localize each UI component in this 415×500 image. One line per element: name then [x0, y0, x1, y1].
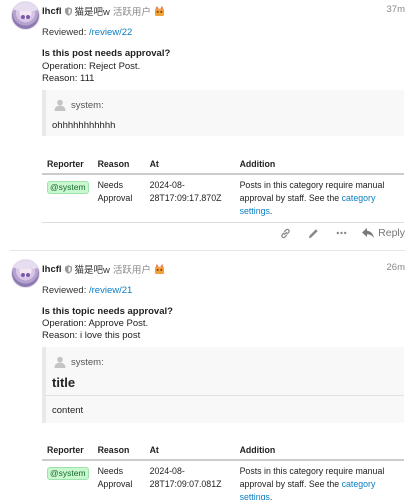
- addition-suffix: .: [269, 492, 273, 500]
- quote-header: system:: [54, 99, 104, 111]
- table-row: @system Needs Approval 2024-08- 28T17:09:0…: [42, 460, 404, 500]
- col-reporter: Reporter: [42, 442, 93, 461]
- ellipsis-icon[interactable]: [334, 226, 348, 240]
- reason: Reason: i love this post: [42, 330, 141, 341]
- table-row: @system Needs Approval 2024-08- 28T17:09:1…: [42, 174, 404, 223]
- link-icon[interactable]: [278, 226, 292, 240]
- user-title: 活跃用户: [112, 7, 151, 18]
- quote-block: system: ohhhhhhhhhhh: [42, 90, 404, 136]
- addition-line1: Posts in this category require manual: [239, 466, 385, 476]
- user-icon: [54, 99, 66, 111]
- post-meta: lhcfl 猫是吧w 活跃用户: [42, 4, 165, 18]
- report-table: Reporter Reason At Addition @system Need…: [42, 442, 404, 500]
- review-link[interactable]: /review/22: [89, 27, 132, 38]
- reviewed-label: Reviewed:: [42, 285, 87, 296]
- post-meta: lhcfl 猫是吧w 活跃用户: [42, 262, 165, 276]
- col-addition: Addition: [234, 156, 404, 175]
- operation: Operation: Reject Post.: [42, 61, 141, 72]
- reply-button[interactable]: Reply: [362, 227, 405, 239]
- post-separator: [10, 250, 405, 251]
- reason-cell-line2: Approval: [97, 479, 133, 489]
- at-cell-line2: 28T17:09:17.870Z: [149, 193, 222, 203]
- quote-header: system:: [54, 356, 104, 368]
- quote-block: system: title content: [42, 347, 404, 423]
- addition-line2: approval by staff. See the: [239, 193, 340, 203]
- question: Is this post needs approval?: [42, 48, 171, 59]
- post-age[interactable]: 37m: [387, 4, 405, 15]
- reason: Reason: 111: [42, 73, 95, 84]
- col-at: At: [144, 442, 235, 461]
- reporter-badge[interactable]: @system: [47, 181, 89, 194]
- reason-cell-line2: Approval: [97, 193, 133, 203]
- post-actions: Reply: [278, 226, 405, 240]
- quote-author: system:: [71, 356, 104, 368]
- addition-line1: Posts in this category require manual: [239, 180, 385, 190]
- reply-label: Reply: [378, 227, 405, 239]
- question: Is this topic needs approval?: [42, 306, 173, 317]
- col-reason: Reason: [92, 156, 145, 175]
- flair-icon: [154, 264, 164, 274]
- post-age[interactable]: 26m: [387, 262, 405, 273]
- col-at: At: [144, 156, 235, 175]
- addition-suffix: .: [269, 206, 273, 216]
- col-reporter: Reporter: [42, 156, 93, 175]
- operation: Operation: Approve Post.: [42, 318, 149, 329]
- reason-cell-line1: Needs: [97, 466, 123, 476]
- shield-icon: [64, 6, 72, 16]
- username[interactable]: lhcfl: [42, 6, 62, 17]
- pencil-icon[interactable]: [306, 226, 320, 240]
- addition-line2: approval by staff. See the: [239, 479, 340, 489]
- col-reason: Reason: [92, 442, 145, 461]
- flair-icon: [154, 6, 164, 16]
- shield-icon: [64, 264, 72, 274]
- avatar[interactable]: [11, 1, 40, 30]
- quote-text: content: [52, 405, 84, 416]
- avatar[interactable]: [11, 259, 40, 288]
- review-link[interactable]: /review/21: [89, 285, 132, 296]
- report-table: Reporter Reason At Addition @system Need…: [42, 156, 404, 223]
- quote-author: system:: [71, 99, 104, 111]
- col-addition: Addition: [234, 442, 404, 461]
- reviewed-line: Reviewed: /review/21: [42, 285, 132, 296]
- reply-icon: [362, 228, 375, 238]
- reviewed-label: Reviewed:: [42, 27, 87, 38]
- full-name[interactable]: 猫是吧w: [75, 4, 110, 18]
- at-cell-line1: 2024-08-: [149, 466, 185, 476]
- reason-cell-line1: Needs: [97, 180, 123, 190]
- quote-title: title: [52, 375, 76, 390]
- quote-text: ohhhhhhhhhhh: [52, 120, 116, 131]
- user-icon: [54, 356, 66, 368]
- reporter-badge[interactable]: @system: [47, 467, 89, 480]
- reviewed-line: Reviewed: /review/22: [42, 27, 132, 38]
- username[interactable]: lhcfl: [42, 264, 62, 275]
- quote-divider: [46, 395, 404, 396]
- user-title: 活跃用户: [112, 265, 151, 276]
- at-cell-line1: 2024-08-: [149, 180, 185, 190]
- at-cell-line2: 28T17:09:07.081Z: [149, 479, 222, 489]
- full-name[interactable]: 猫是吧w: [75, 262, 110, 276]
